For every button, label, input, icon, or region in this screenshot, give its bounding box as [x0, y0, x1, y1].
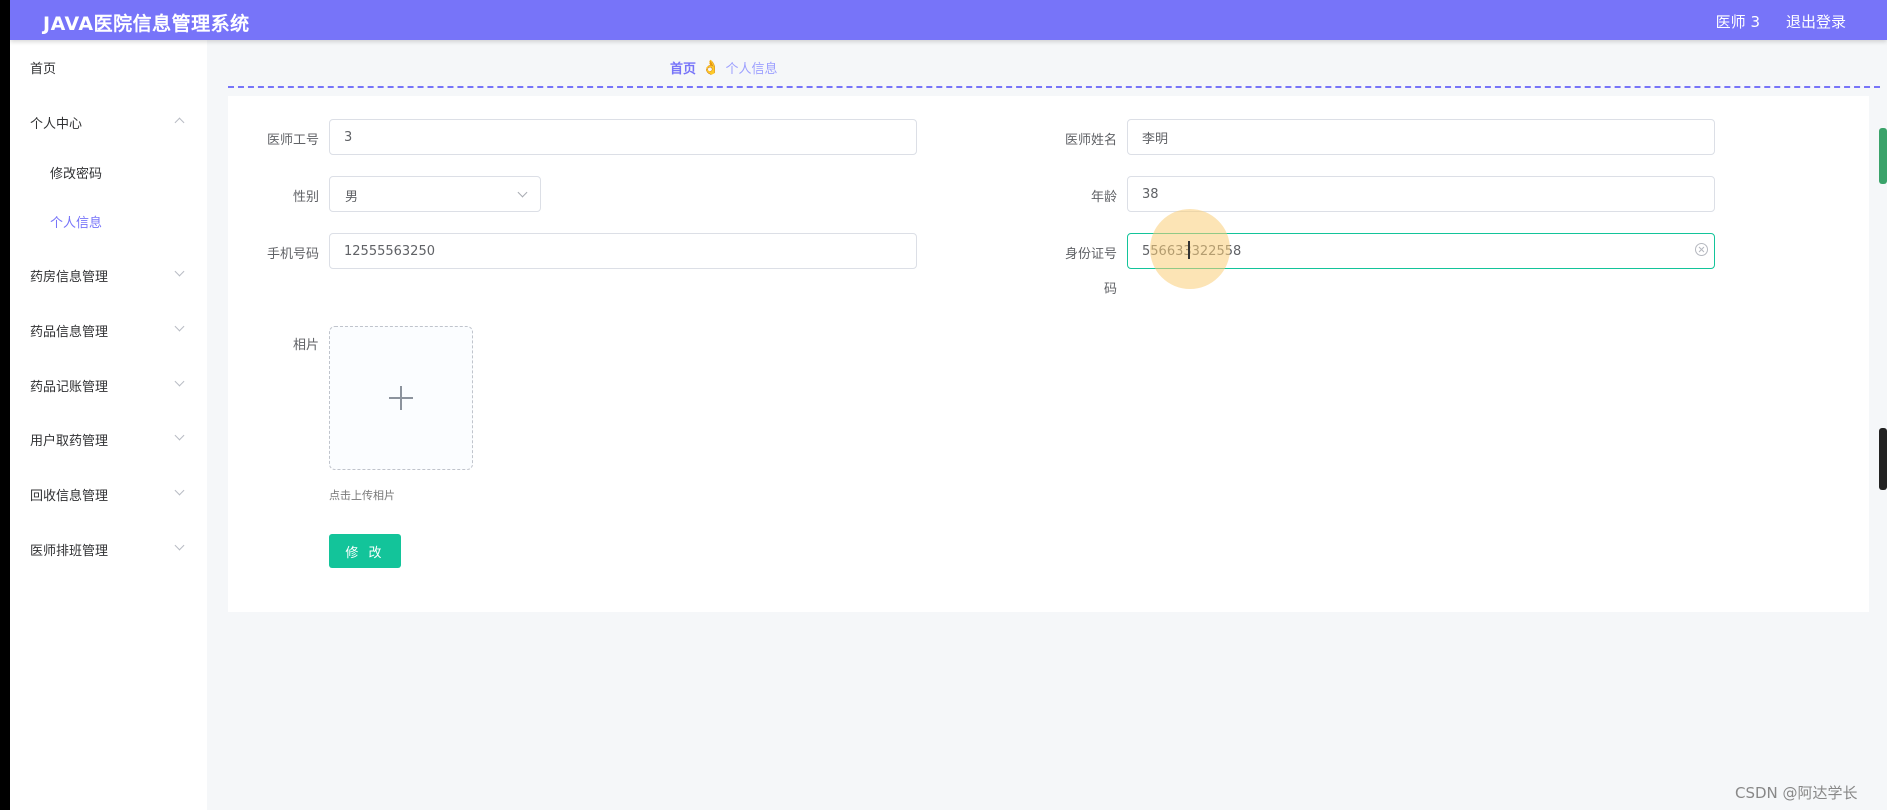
breadcrumb: 首页 👌 个人信息 — [670, 58, 778, 78]
age-label: 年龄 — [1090, 190, 1117, 205]
ok-hand-icon: 👌 — [702, 59, 720, 76]
header-actions: 医师 3 退出登录 — [1716, 11, 1846, 32]
sidebar-item-label: 首页 — [30, 62, 57, 77]
sidebar-item-personal-info[interactable]: 个人信息 — [10, 200, 207, 240]
sidebar-item-label: 用户取药管理 — [30, 434, 109, 449]
sidebar-item-drug-pickup[interactable]: 用户取药管理 — [10, 418, 207, 458]
chevron-down-icon — [174, 266, 185, 277]
sidebar-item-label: 药品记账管理 — [30, 380, 109, 395]
watermark: CSDN @阿达学长 — [1735, 784, 1858, 802]
logout-link[interactable]: 退出登录 — [1786, 11, 1846, 32]
breadcrumb-home-link[interactable]: 首页 — [670, 58, 696, 77]
id-number-label-wrap: 码 — [1103, 282, 1117, 297]
chevron-up-icon — [174, 117, 185, 128]
submit-edit-button[interactable]: 修 改 — [329, 534, 401, 568]
sidebar-item-home[interactable]: 首页 — [10, 46, 207, 86]
sidebar-item-label: 修改密码 — [50, 167, 103, 182]
id-number-input[interactable] — [1127, 233, 1715, 269]
right-edge-tab[interactable] — [1879, 128, 1887, 184]
sidebar-item-label: 药房信息管理 — [30, 270, 109, 285]
sidebar-item-drug-info[interactable]: 药品信息管理 — [10, 309, 207, 349]
app-title: JAVA医院信息管理系统 — [43, 13, 250, 35]
id-number-label: 身份证号 — [1064, 247, 1117, 262]
clear-icon[interactable] — [1695, 243, 1708, 256]
sidebar-item-change-password[interactable]: 修改密码 — [10, 151, 207, 191]
chevron-down-icon — [174, 540, 185, 551]
sidebar-item-pharmacy-info[interactable]: 药房信息管理 — [10, 254, 207, 294]
photo-label: 相片 — [292, 338, 319, 353]
sidebar-item-doctor-schedule[interactable]: 医师排班管理 — [10, 528, 207, 568]
plus-icon — [389, 386, 413, 410]
chevron-down-icon — [517, 187, 528, 198]
phone-label: 手机号码 — [266, 247, 319, 262]
sidebar-item-label: 回收信息管理 — [30, 489, 109, 504]
chevron-down-icon — [174, 376, 185, 387]
sidebar-item-label: 个人中心 — [30, 117, 83, 132]
doctor-name-label: 医师姓名 — [1064, 133, 1117, 148]
app-frame: JAVA医院信息管理系统 医师 3 退出登录 首页 个人中心 修改密码 个人信息… — [10, 0, 1887, 810]
breadcrumb-divider — [228, 86, 1880, 88]
doctor-name-input[interactable] — [1127, 119, 1715, 155]
chevron-down-icon — [174, 485, 185, 496]
personal-info-form: 医师工号 医师姓名 性别 男 年龄 手机号码 身份证号 码 相片 点击上传相片 … — [228, 96, 1869, 612]
doctor-id-label: 医师工号 — [266, 133, 319, 148]
sidebar-item-label: 个人信息 — [50, 216, 103, 231]
sidebar-item-personal-center[interactable]: 个人中心 — [10, 101, 207, 141]
gender-selected-value: 男 — [345, 190, 359, 205]
right-edge-tab[interactable] — [1879, 428, 1887, 490]
breadcrumb-current: 个人信息 — [725, 62, 778, 77]
photo-upload-hint: 点击上传相片 — [329, 489, 395, 502]
sidebar-item-label: 医师排班管理 — [30, 544, 109, 559]
sidebar-item-label: 药品信息管理 — [30, 325, 109, 340]
photo-upload-box[interactable] — [329, 326, 473, 470]
top-header: JAVA医院信息管理系统 医师 3 退出登录 — [10, 0, 1887, 40]
age-input[interactable] — [1127, 176, 1715, 212]
phone-input[interactable] — [329, 233, 917, 269]
chevron-down-icon — [174, 321, 185, 332]
sidebar-item-drug-accounting[interactable]: 药品记账管理 — [10, 364, 207, 404]
chevron-down-icon — [174, 430, 185, 441]
sidebar-menu: 首页 个人中心 修改密码 个人信息 药房信息管理 药品信息管理 药品记账管理 用… — [10, 40, 207, 810]
doctor-id-input[interactable] — [329, 119, 917, 155]
current-user-label[interactable]: 医师 3 — [1716, 11, 1760, 32]
gender-select[interactable]: 男 — [329, 176, 541, 212]
gender-label: 性别 — [292, 190, 319, 205]
sidebar-item-recycling-info[interactable]: 回收信息管理 — [10, 473, 207, 513]
